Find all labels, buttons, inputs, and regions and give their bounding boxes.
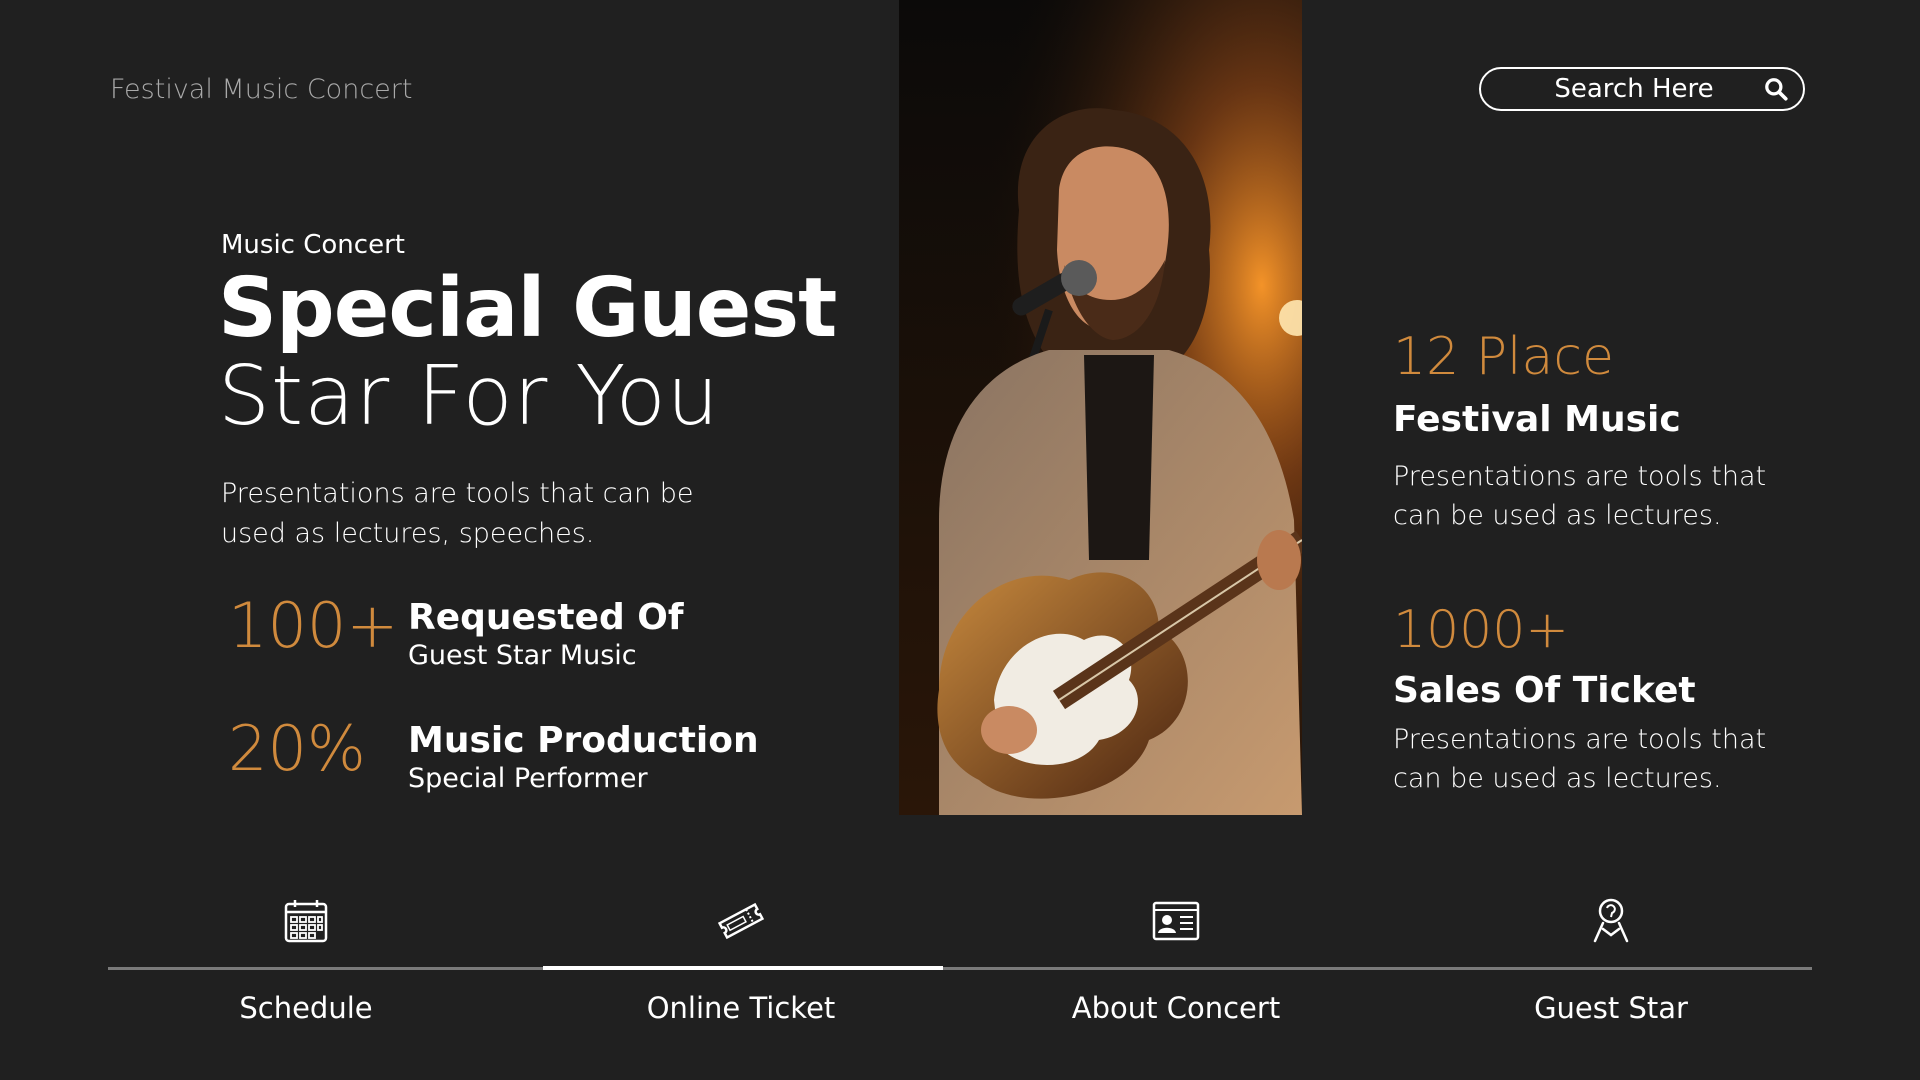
ticket-icon (717, 902, 765, 940)
stat-subtitle: Special Performer (408, 763, 648, 794)
stat-value: 100+ (228, 589, 399, 662)
info-festival-music: 12 Place Festival Music Presentations ar… (1393, 331, 1813, 535)
stat-text: Music Production Special Performer (408, 720, 759, 796)
hero-subheadline: Star For You (218, 349, 720, 444)
info-value: 12 Place (1393, 327, 1614, 387)
brand-title: Festival Music Concert (110, 74, 413, 105)
page: Festival Music Concert Search Here Music… (0, 0, 1920, 1080)
guest-star-icon (1593, 898, 1629, 943)
hero-intro: Presentations are tools that can be used… (221, 478, 694, 549)
stat-text: Requested Of Guest Star Music (408, 597, 684, 673)
stat-subtitle: Guest Star Music (408, 640, 637, 671)
nav-item-label: Guest Star (1534, 991, 1688, 1025)
info-title: Festival Music (1393, 399, 1681, 440)
calendar-icon (284, 900, 328, 943)
info-value: 1000+ (1393, 600, 1569, 660)
bottom-nav: Schedule Online Ticket About Concert Gue… (108, 895, 1812, 1035)
guest-star-photo (899, 0, 1302, 815)
hero-headline: Special Guest (218, 261, 837, 356)
info-title: Sales Of Ticket (1393, 670, 1696, 711)
search-input[interactable]: Search Here (1481, 74, 1763, 104)
nav-item-label: About Concert (1071, 991, 1281, 1025)
hero-eyebrow: Music Concert (221, 230, 405, 260)
nav-item-about-concert[interactable]: About Concert (1006, 895, 1346, 1025)
stat-requested: 100+ Requested Of Guest Star Music (228, 595, 684, 673)
stat-value: 20% (228, 712, 366, 785)
guitarist-illustration (899, 0, 1302, 815)
nav-item-label: Schedule (239, 991, 373, 1025)
info-sales-ticket: 1000+ Sales Of Ticket Presentations are … (1393, 604, 1813, 798)
nav-item-guest-star[interactable]: Guest Star (1441, 895, 1781, 1025)
stat-title: Music Production (408, 720, 759, 761)
stat-title: Requested Of (408, 597, 684, 638)
nav-item-label: Online Ticket (646, 991, 836, 1025)
info-description: Presentations are tools that can be used… (1393, 461, 1767, 531)
stat-production: 20% Music Production Special Performer (228, 718, 759, 796)
nav-item-online-ticket[interactable]: Online Ticket (571, 895, 911, 1025)
id-card-icon (1152, 901, 1200, 941)
search-bar[interactable]: Search Here (1479, 67, 1805, 111)
nav-item-schedule[interactable]: Schedule (136, 895, 476, 1025)
info-description: Presentations are tools that can be used… (1393, 724, 1767, 794)
search-icon[interactable] (1763, 76, 1789, 102)
